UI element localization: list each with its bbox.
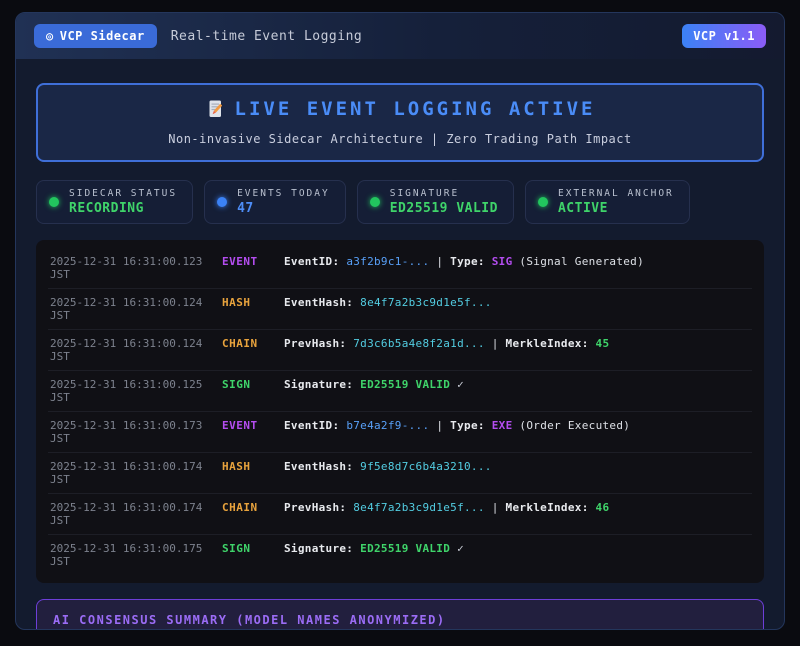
app-header: ◎ VCP Sidecar Real-time Event Logging VC… (16, 13, 784, 59)
event-log[interactable]: 2025-12-31 16:31:00.123 JSTEVENTEventID:… (36, 240, 764, 583)
status-label: SIGNATURE (390, 188, 498, 199)
log-message: PrevHash: 8e4f7a2b3c9d1e5f... | MerkleIn… (284, 501, 750, 514)
log-timestamp: 2025-12-31 16:31:00.125 JST (50, 378, 222, 404)
status-dot (538, 197, 548, 207)
app-badge-label: VCP Sidecar (60, 29, 145, 43)
log-tag: SIGN (222, 378, 284, 391)
target-icon: ◎ (46, 29, 54, 43)
log-tag: HASH (222, 460, 284, 473)
log-timestamp: 2025-12-31 16:31:00.173 JST (50, 419, 222, 445)
log-row: 2025-12-31 16:31:00.174 JSTHASHEventHash… (48, 453, 752, 494)
status-card-events-today: EVENTS TODAY 47 (204, 180, 346, 224)
status-dot (217, 197, 227, 207)
log-message: PrevHash: 7d3c6b5a4e8f2a1d... | MerkleIn… (284, 337, 750, 350)
log-tag: CHAIN (222, 337, 284, 350)
log-row: 2025-12-31 16:31:00.173 JSTEVENTEventID:… (48, 412, 752, 453)
log-timestamp: 2025-12-31 16:31:00.124 JST (50, 296, 222, 322)
log-row: 2025-12-31 16:31:00.124 JSTCHAINPrevHash… (48, 330, 752, 371)
status-dot (370, 197, 380, 207)
log-message: Signature: ED25519 VALID ✓ (284, 542, 750, 555)
log-tag: SIGN (222, 542, 284, 555)
status-value: 47 (237, 201, 330, 216)
log-row: 2025-12-31 16:31:00.124 JSTHASHEventHash… (48, 289, 752, 330)
log-message: EventID: b7e4a2f9-... | Type: EXE (Order… (284, 419, 750, 432)
consensus-title: AI CONSENSUS SUMMARY (MODEL NAMES ANONYM… (53, 613, 747, 627)
status-label: SIDECAR STATUS (69, 188, 177, 199)
memo-icon (205, 99, 225, 119)
status-label: EVENTS TODAY (237, 188, 330, 199)
log-tag: HASH (222, 296, 284, 309)
live-banner-title: LIVE EVENT LOGGING ACTIVE (205, 98, 596, 120)
log-timestamp: 2025-12-31 16:31:00.123 JST (50, 255, 222, 281)
log-timestamp: 2025-12-31 16:31:00.174 JST (50, 460, 222, 486)
log-timestamp: 2025-12-31 16:31:00.174 JST (50, 501, 222, 527)
log-message: EventHash: 8e4f7a2b3c9d1e5f... (284, 296, 750, 309)
log-row: 2025-12-31 16:31:00.174 JSTCHAINPrevHash… (48, 494, 752, 535)
status-label: EXTERNAL ANCHOR (558, 188, 674, 199)
status-card-sidecar-status: SIDECAR STATUS RECORDING (36, 180, 193, 224)
log-tag: CHAIN (222, 501, 284, 514)
status-card-row: SIDECAR STATUS RECORDING EVENTS TODAY 47… (36, 180, 764, 224)
consensus-section: AI CONSENSUS SUMMARY (MODEL NAMES ANONYM… (36, 599, 764, 630)
log-message: Signature: ED25519 VALID ✓ (284, 378, 750, 391)
log-timestamp: 2025-12-31 16:31:00.124 JST (50, 337, 222, 363)
page-title: Real-time Event Logging (171, 29, 363, 44)
log-row: 2025-12-31 16:31:00.125 JSTSIGNSignature… (48, 371, 752, 412)
log-message: EventHash: 9f5e8d7c6b4a3210... (284, 460, 750, 473)
log-tag: EVENT (222, 255, 284, 268)
status-card-signature: SIGNATURE ED25519 VALID (357, 180, 514, 224)
live-banner-subtitle: Non-invasive Sidecar Architecture | Zero… (48, 132, 752, 146)
version-badge: VCP v1.1 (682, 24, 766, 48)
status-card-external-anchor: EXTERNAL ANCHOR ACTIVE (525, 180, 690, 224)
log-row: 2025-12-31 16:31:00.175 JSTSIGNSignature… (48, 535, 752, 575)
log-tag: EVENT (222, 419, 284, 432)
live-event-banner: LIVE EVENT LOGGING ACTIVE Non-invasive S… (36, 83, 764, 162)
log-row: 2025-12-31 16:31:00.123 JSTEVENTEventID:… (48, 248, 752, 289)
status-dot (49, 197, 59, 207)
app-badge: ◎ VCP Sidecar (34, 24, 157, 48)
status-value: ACTIVE (558, 201, 674, 216)
status-value: RECORDING (69, 201, 177, 216)
log-timestamp: 2025-12-31 16:31:00.175 JST (50, 542, 222, 568)
log-message: EventID: a3f2b9c1-... | Type: SIG (Signa… (284, 255, 750, 268)
status-value: ED25519 VALID (390, 201, 498, 216)
main-panel: ◎ VCP Sidecar Real-time Event Logging VC… (15, 12, 785, 630)
